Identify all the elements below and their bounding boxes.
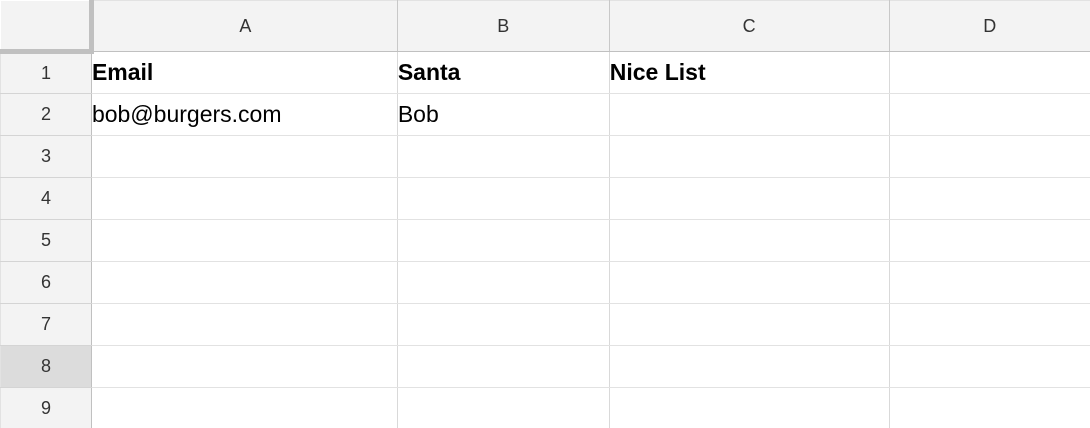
cell-c6[interactable]: [609, 261, 890, 304]
cell-b1[interactable]: Santa: [397, 51, 610, 94]
cell-d5[interactable]: [889, 219, 1090, 262]
cell-d9[interactable]: [889, 387, 1090, 428]
cell-c9[interactable]: [609, 387, 890, 428]
select-all-corner[interactable]: [0, 0, 94, 54]
cell-b8[interactable]: [397, 345, 610, 388]
column-header-row: A B C D: [0, 0, 1090, 54]
cell-b3[interactable]: [397, 135, 610, 178]
cell-c5[interactable]: [609, 219, 890, 262]
cell-b9[interactable]: [397, 387, 610, 428]
cell-b4[interactable]: [397, 177, 610, 220]
cell-a9[interactable]: [91, 387, 398, 428]
column-header-d[interactable]: D: [889, 0, 1090, 52]
cell-d7[interactable]: [889, 303, 1090, 346]
cell-c2[interactable]: [609, 93, 890, 136]
spreadsheet-grid: A B C D 1 Email Santa Nice List 2 bob@bu…: [0, 0, 1090, 428]
table-row: 5: [0, 219, 1090, 262]
cell-b6[interactable]: [397, 261, 610, 304]
cell-b2[interactable]: Bob: [397, 93, 610, 136]
row-header-9[interactable]: 9: [0, 387, 92, 428]
row-header-2[interactable]: 2: [0, 93, 92, 136]
cell-a8[interactable]: [91, 345, 398, 388]
table-row: 9: [0, 387, 1090, 428]
cell-a7[interactable]: [91, 303, 398, 346]
cell-a5[interactable]: [91, 219, 398, 262]
cell-b5[interactable]: [397, 219, 610, 262]
cell-d2[interactable]: [889, 93, 1090, 136]
column-header-b[interactable]: B: [397, 0, 610, 52]
column-header-c[interactable]: C: [609, 0, 890, 52]
cell-c8[interactable]: [609, 345, 890, 388]
row-header-8[interactable]: 8: [0, 345, 92, 388]
row-header-5[interactable]: 5: [0, 219, 92, 262]
table-row: 1 Email Santa Nice List: [0, 51, 1090, 94]
row-header-3[interactable]: 3: [0, 135, 92, 178]
cell-d6[interactable]: [889, 261, 1090, 304]
cell-d8[interactable]: [889, 345, 1090, 388]
row-header-6[interactable]: 6: [0, 261, 92, 304]
table-row: 3: [0, 135, 1090, 178]
cell-c1[interactable]: Nice List: [609, 51, 890, 94]
row-header-4[interactable]: 4: [0, 177, 92, 220]
cell-c4[interactable]: [609, 177, 890, 220]
grid-table: A B C D 1 Email Santa Nice List 2 bob@bu…: [0, 0, 1090, 428]
cell-c3[interactable]: [609, 135, 890, 178]
cell-a2[interactable]: bob@burgers.com: [91, 93, 398, 136]
cell-b7[interactable]: [397, 303, 610, 346]
cell-a6[interactable]: [91, 261, 398, 304]
table-row: 6: [0, 261, 1090, 304]
cell-d3[interactable]: [889, 135, 1090, 178]
cell-a1[interactable]: Email: [91, 51, 398, 94]
row-header-1[interactable]: 1: [0, 51, 92, 94]
row-header-7[interactable]: 7: [0, 303, 92, 346]
column-header-a[interactable]: A: [91, 0, 398, 52]
table-row: 2 bob@burgers.com Bob: [0, 93, 1090, 136]
cell-c7[interactable]: [609, 303, 890, 346]
cell-a4[interactable]: [91, 177, 398, 220]
table-row: 4: [0, 177, 1090, 220]
table-row: 8: [0, 345, 1090, 388]
cell-d4[interactable]: [889, 177, 1090, 220]
cell-a3[interactable]: [91, 135, 398, 178]
table-row: 7: [0, 303, 1090, 346]
cell-d1[interactable]: [889, 51, 1090, 94]
